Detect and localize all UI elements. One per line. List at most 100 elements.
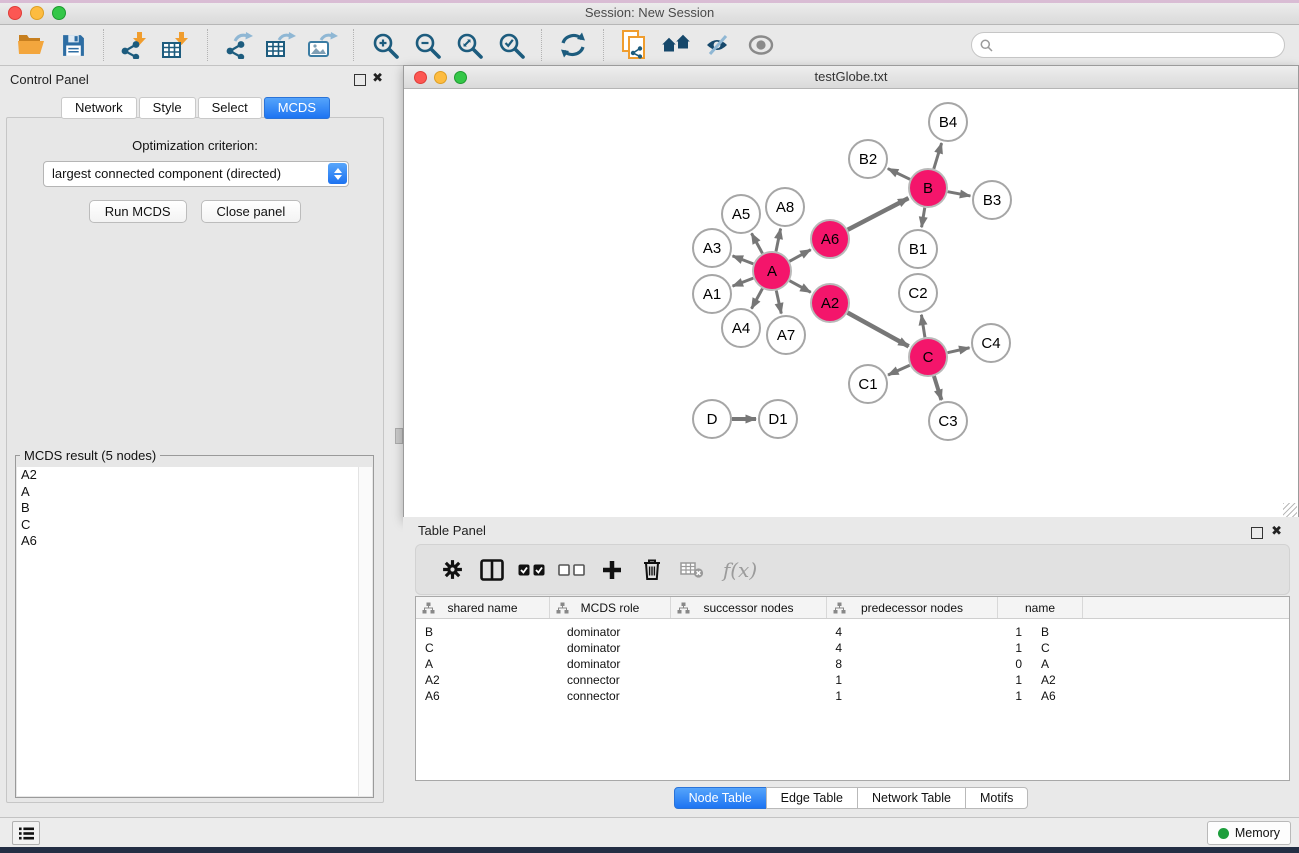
export-image-icon[interactable] xyxy=(306,28,340,62)
select-all-checked-icon[interactable] xyxy=(512,550,552,590)
save-session-icon[interactable] xyxy=(56,28,90,62)
graph-node-C1[interactable]: C1 xyxy=(849,365,887,403)
graph-node-B[interactable]: B xyxy=(909,169,947,207)
graph-edge-A-A1 xyxy=(733,278,754,286)
window-title: Session: New Session xyxy=(0,5,1299,20)
zoom-in-icon[interactable] xyxy=(368,28,402,62)
table-row[interactable]: Cdominator41C xyxy=(416,640,1289,656)
float-panel-icon[interactable] xyxy=(354,74,366,86)
graph-node-A4[interactable]: A4 xyxy=(722,309,760,347)
graph-node-A2[interactable]: A2 xyxy=(811,284,849,322)
import-network-from-file-icon[interactable] xyxy=(118,28,152,62)
tab-node-table[interactable]: Node Table xyxy=(674,787,767,809)
delete-column-icon[interactable] xyxy=(632,550,672,590)
zoom-out-icon[interactable] xyxy=(410,28,444,62)
svg-text:A8: A8 xyxy=(776,199,794,216)
add-column-icon[interactable] xyxy=(592,550,632,590)
mcds-result-item[interactable]: A2 xyxy=(17,467,358,484)
graph-node-C[interactable]: C xyxy=(909,338,947,376)
import-table-from-file-icon[interactable] xyxy=(160,28,194,62)
graph-node-B4[interactable]: B4 xyxy=(929,103,967,141)
deselect-all-unchecked-icon[interactable] xyxy=(552,550,592,590)
graph-node-C4[interactable]: C4 xyxy=(972,324,1010,362)
graph-edge-C-C2 xyxy=(921,315,925,338)
tab-network[interactable]: Network xyxy=(61,97,137,119)
show-hide-eye-icon[interactable] xyxy=(744,28,778,62)
network-graph: A A1 A2 A3 A4 A5 A6 A7 A8 B B1 B2 B3 B4 C C1 C2 C3 C4 D D1 xyxy=(404,89,1296,517)
close-panel-icon[interactable]: ✖ xyxy=(372,71,383,85)
svg-text:A4: A4 xyxy=(732,320,750,337)
table-row[interactable]: A6connector11A6 xyxy=(416,688,1289,704)
home-pair-icon[interactable] xyxy=(660,28,694,62)
search-icon xyxy=(980,39,993,52)
zoom-selected-icon[interactable] xyxy=(494,28,528,62)
open-file-icon[interactable] xyxy=(14,28,48,62)
graph-node-B1[interactable]: B1 xyxy=(899,230,937,268)
column-header-successor-nodes[interactable]: successor nodes xyxy=(671,597,827,618)
tab-edge-table[interactable]: Edge Table xyxy=(766,787,858,809)
export-table-icon[interactable] xyxy=(264,28,298,62)
apply-layout-icon[interactable] xyxy=(556,28,590,62)
mcds-result-item[interactable]: A xyxy=(17,484,358,501)
column-header-MCDS-role[interactable]: MCDS role xyxy=(550,597,671,618)
graph-edge-A-A3 xyxy=(733,256,754,264)
close-table-panel-icon[interactable]: ✖ xyxy=(1271,524,1282,538)
column-view-icon[interactable] xyxy=(472,550,512,590)
table-row[interactable]: Adominator80A xyxy=(416,656,1289,672)
tab-motifs[interactable]: Motifs xyxy=(965,787,1028,809)
graph-node-A[interactable]: A xyxy=(753,252,791,290)
column-header-predecessor-nodes[interactable]: predecessor nodes xyxy=(827,597,998,618)
table-panel: Table Panel ✖ xyxy=(403,517,1299,818)
settings-gear-icon[interactable] xyxy=(432,550,472,590)
tab-network-table[interactable]: Network Table xyxy=(857,787,966,809)
graph-node-B3[interactable]: B3 xyxy=(973,181,1011,219)
graph-node-C3[interactable]: C3 xyxy=(929,402,967,440)
memory-button[interactable]: Memory xyxy=(1207,821,1291,845)
mcds-result-item[interactable]: A6 xyxy=(17,533,358,550)
tab-mcds[interactable]: MCDS xyxy=(264,97,330,119)
graph-node-C2[interactable]: C2 xyxy=(899,274,937,312)
graph-node-D[interactable]: D xyxy=(693,400,731,438)
table-cell: A2 xyxy=(1032,673,1125,687)
graph-node-A7[interactable]: A7 xyxy=(767,316,805,354)
svg-text:A6: A6 xyxy=(821,231,839,248)
search-input[interactable] xyxy=(998,37,1276,53)
criterion-dropdown[interactable]: largest connected component (directed) xyxy=(43,161,349,187)
graph-edge-C-C1 xyxy=(888,365,910,375)
table-cell: A xyxy=(416,657,558,671)
graph-node-A6[interactable]: A6 xyxy=(811,220,849,258)
network-canvas[interactable]: A A1 A2 A3 A4 A5 A6 A7 A8 B B1 B2 B3 B4 C C1 C2 C3 C4 D D1 xyxy=(404,89,1298,518)
mcds-result-item[interactable]: B xyxy=(17,500,358,517)
export-network-icon[interactable] xyxy=(222,28,256,62)
graph-node-A1[interactable]: A1 xyxy=(693,275,731,313)
tab-select[interactable]: Select xyxy=(198,97,262,119)
table-row[interactable]: A2connector11A2 xyxy=(416,672,1289,688)
table-cell: 0 xyxy=(852,657,1032,671)
float-table-panel-icon[interactable] xyxy=(1251,527,1263,539)
close-panel-button[interactable]: Close panel xyxy=(201,200,302,223)
search-field[interactable] xyxy=(971,32,1285,58)
vertical-splitter-handle[interactable] xyxy=(395,428,403,444)
graph-node-A5[interactable]: A5 xyxy=(722,195,760,233)
resize-grip-icon[interactable] xyxy=(1283,503,1297,517)
network-window-titlebar[interactable]: testGlobe.txt xyxy=(404,66,1298,89)
table-row[interactable]: Bdominator41B xyxy=(416,624,1289,640)
tab-style[interactable]: Style xyxy=(139,97,196,119)
graph-node-A3[interactable]: A3 xyxy=(693,229,731,267)
column-header-name[interactable]: name xyxy=(998,597,1083,618)
network-overview-icon[interactable] xyxy=(618,28,652,62)
run-mcds-button[interactable]: Run MCDS xyxy=(89,200,187,223)
column-header-shared-name[interactable]: shared name xyxy=(416,597,550,618)
table-cell: C xyxy=(416,641,558,655)
show-panels-list-button[interactable] xyxy=(12,821,40,845)
table-cell: A6 xyxy=(1032,689,1125,703)
table-cell: 4 xyxy=(687,625,852,639)
toolbar-separator xyxy=(353,29,355,61)
toggle-visibility-icon[interactable] xyxy=(702,28,736,62)
zoom-fit-icon[interactable] xyxy=(452,28,486,62)
graph-node-B2[interactable]: B2 xyxy=(849,140,887,178)
mcds-result-item[interactable]: C xyxy=(17,517,358,534)
graph-node-D1[interactable]: D1 xyxy=(759,400,797,438)
mcds-result-scrollbar[interactable] xyxy=(358,467,372,796)
graph-node-A8[interactable]: A8 xyxy=(766,188,804,226)
